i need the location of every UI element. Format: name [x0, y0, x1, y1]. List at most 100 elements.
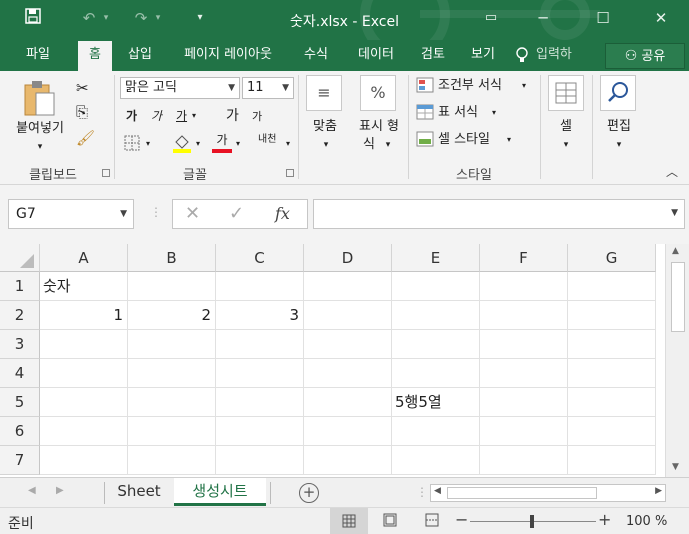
cell-b5[interactable] [128, 388, 216, 417]
cell-b3[interactable] [128, 330, 216, 359]
paste-icon[interactable] [22, 79, 56, 117]
cell-e3[interactable] [392, 330, 480, 359]
cell-c1[interactable] [216, 272, 304, 301]
scroll-right-icon[interactable]: ▶ [655, 486, 662, 496]
cell-b7[interactable] [128, 446, 216, 475]
zoom-in-button[interactable]: + [598, 510, 611, 529]
tab-home[interactable]: 홈 [78, 41, 112, 71]
conditional-formatting-icon[interactable] [416, 77, 434, 98]
format-as-table-dropdown-icon[interactable]: ▾ [492, 104, 496, 122]
format-as-table-button[interactable]: 표 서식 [438, 104, 478, 122]
select-all-button[interactable] [0, 244, 40, 272]
cell-g5[interactable] [568, 388, 656, 417]
tab-formulas[interactable]: 수식 [296, 46, 336, 70]
cell-e4[interactable] [392, 359, 480, 388]
minimize-button[interactable]: ─ [532, 8, 554, 28]
scroll-up-icon[interactable]: ▲ [672, 246, 679, 256]
column-header-f[interactable]: F [480, 244, 568, 272]
cell-g4[interactable] [568, 359, 656, 388]
scrollbar-thumb[interactable] [671, 262, 685, 332]
add-sheet-icon[interactable]: + [299, 483, 319, 503]
editing-dropdown-icon[interactable]: ▾ [609, 137, 629, 153]
horizontal-scrollbar[interactable]: ◀ ▶ [430, 484, 666, 502]
tell-me-input[interactable]: 입력하 [536, 46, 588, 70]
cell-e2[interactable] [392, 301, 480, 330]
sheet-tab-sheet[interactable]: Sheet [108, 478, 170, 506]
cell-f7[interactable] [480, 446, 568, 475]
search-icon[interactable] [600, 75, 636, 111]
alignment-button[interactable]: 맞춤 [302, 119, 348, 135]
cell-a1[interactable]: 숫자 [40, 272, 128, 301]
cell-e7[interactable] [392, 446, 480, 475]
cell-e6[interactable] [392, 417, 480, 446]
cell-f2[interactable] [480, 301, 568, 330]
cell-g3[interactable] [568, 330, 656, 359]
zoom-out-button[interactable]: − [455, 510, 468, 529]
column-header-a[interactable]: A [40, 244, 128, 272]
normal-view-button[interactable] [330, 508, 368, 534]
column-header-c[interactable]: C [216, 244, 304, 272]
phonetic-button[interactable]: 내천 [258, 131, 276, 149]
cell-a7[interactable] [40, 446, 128, 475]
cell-c6[interactable] [216, 417, 304, 446]
tab-page-layout[interactable]: 페이지 레이아웃 [170, 46, 286, 70]
cell-d5[interactable] [304, 388, 392, 417]
lightbulb-icon[interactable] [514, 46, 530, 70]
formula-input[interactable]: ▼ [313, 199, 685, 229]
underline-button[interactable]: 가 [176, 107, 187, 125]
cell-b6[interactable] [128, 417, 216, 446]
font-launcher-icon[interactable] [286, 169, 294, 177]
scroll-down-icon[interactable]: ▼ [672, 462, 679, 472]
row-header-2[interactable]: 2 [0, 301, 40, 330]
borders-dropdown-icon[interactable]: ▾ [146, 135, 150, 153]
cell-g6[interactable] [568, 417, 656, 446]
fill-color-icon[interactable] [172, 133, 192, 158]
shrink-font-button[interactable]: 가 [252, 108, 262, 126]
cell-c7[interactable] [216, 446, 304, 475]
cell-d7[interactable] [304, 446, 392, 475]
alignment-icon[interactable]: ≡ [306, 75, 342, 111]
cell-a4[interactable] [40, 359, 128, 388]
editing-button[interactable]: 편집 [598, 119, 640, 135]
cell-styles-icon[interactable] [416, 131, 434, 152]
grow-font-button[interactable]: 가 [226, 107, 239, 125]
cell-a3[interactable] [40, 330, 128, 359]
splitter-handle-icon[interactable]: ⋮ [150, 205, 162, 219]
cell-a6[interactable] [40, 417, 128, 446]
number-format-dropdown-icon[interactable]: ▾ [380, 137, 396, 153]
paste-button[interactable]: 붙여넣기 [6, 121, 74, 137]
cell-b1[interactable] [128, 272, 216, 301]
cell-g7[interactable] [568, 446, 656, 475]
font-size-select[interactable]: 11 ▼ [242, 77, 294, 99]
sheet-tab-generated[interactable]: 생성시트 [174, 478, 266, 506]
collapse-ribbon-icon[interactable]: ︿ [666, 163, 678, 181]
cell-d3[interactable] [304, 330, 392, 359]
number-format-button[interactable]: 표시 형 [350, 119, 408, 135]
cell-styles-button[interactable]: 셀 스타일 [438, 131, 490, 149]
cell-a2[interactable]: 1 [40, 301, 128, 330]
borders-icon[interactable] [124, 135, 140, 156]
tab-view[interactable]: 보기 [463, 46, 503, 70]
fill-color-dropdown-icon[interactable]: ▾ [196, 135, 200, 153]
next-sheet-icon[interactable]: ▶ [56, 485, 64, 496]
underline-dropdown-icon[interactable]: ▾ [192, 107, 196, 125]
format-as-table-icon[interactable] [416, 104, 434, 125]
column-header-g[interactable]: G [568, 244, 656, 272]
tab-insert[interactable]: 삽입 [120, 46, 160, 70]
column-header-b[interactable]: B [128, 244, 216, 272]
cell-d6[interactable] [304, 417, 392, 446]
font-color-dropdown-icon[interactable]: ▾ [236, 135, 240, 153]
cell-g2[interactable] [568, 301, 656, 330]
cell-d1[interactable] [304, 272, 392, 301]
format-painter-icon[interactable]: 🖌 [76, 129, 95, 147]
cell-c2[interactable]: 3 [216, 301, 304, 330]
expand-formula-icon[interactable]: ▼ [671, 208, 678, 218]
cell-b2[interactable]: 2 [128, 301, 216, 330]
cell-f3[interactable] [480, 330, 568, 359]
maximize-button[interactable]: ☐ [592, 8, 614, 28]
cell-a5[interactable] [40, 388, 128, 417]
cell-b4[interactable] [128, 359, 216, 388]
page-layout-view-icon[interactable] [382, 512, 398, 531]
close-button[interactable]: ✕ [650, 8, 672, 28]
clipboard-launcher-icon[interactable] [102, 169, 110, 177]
